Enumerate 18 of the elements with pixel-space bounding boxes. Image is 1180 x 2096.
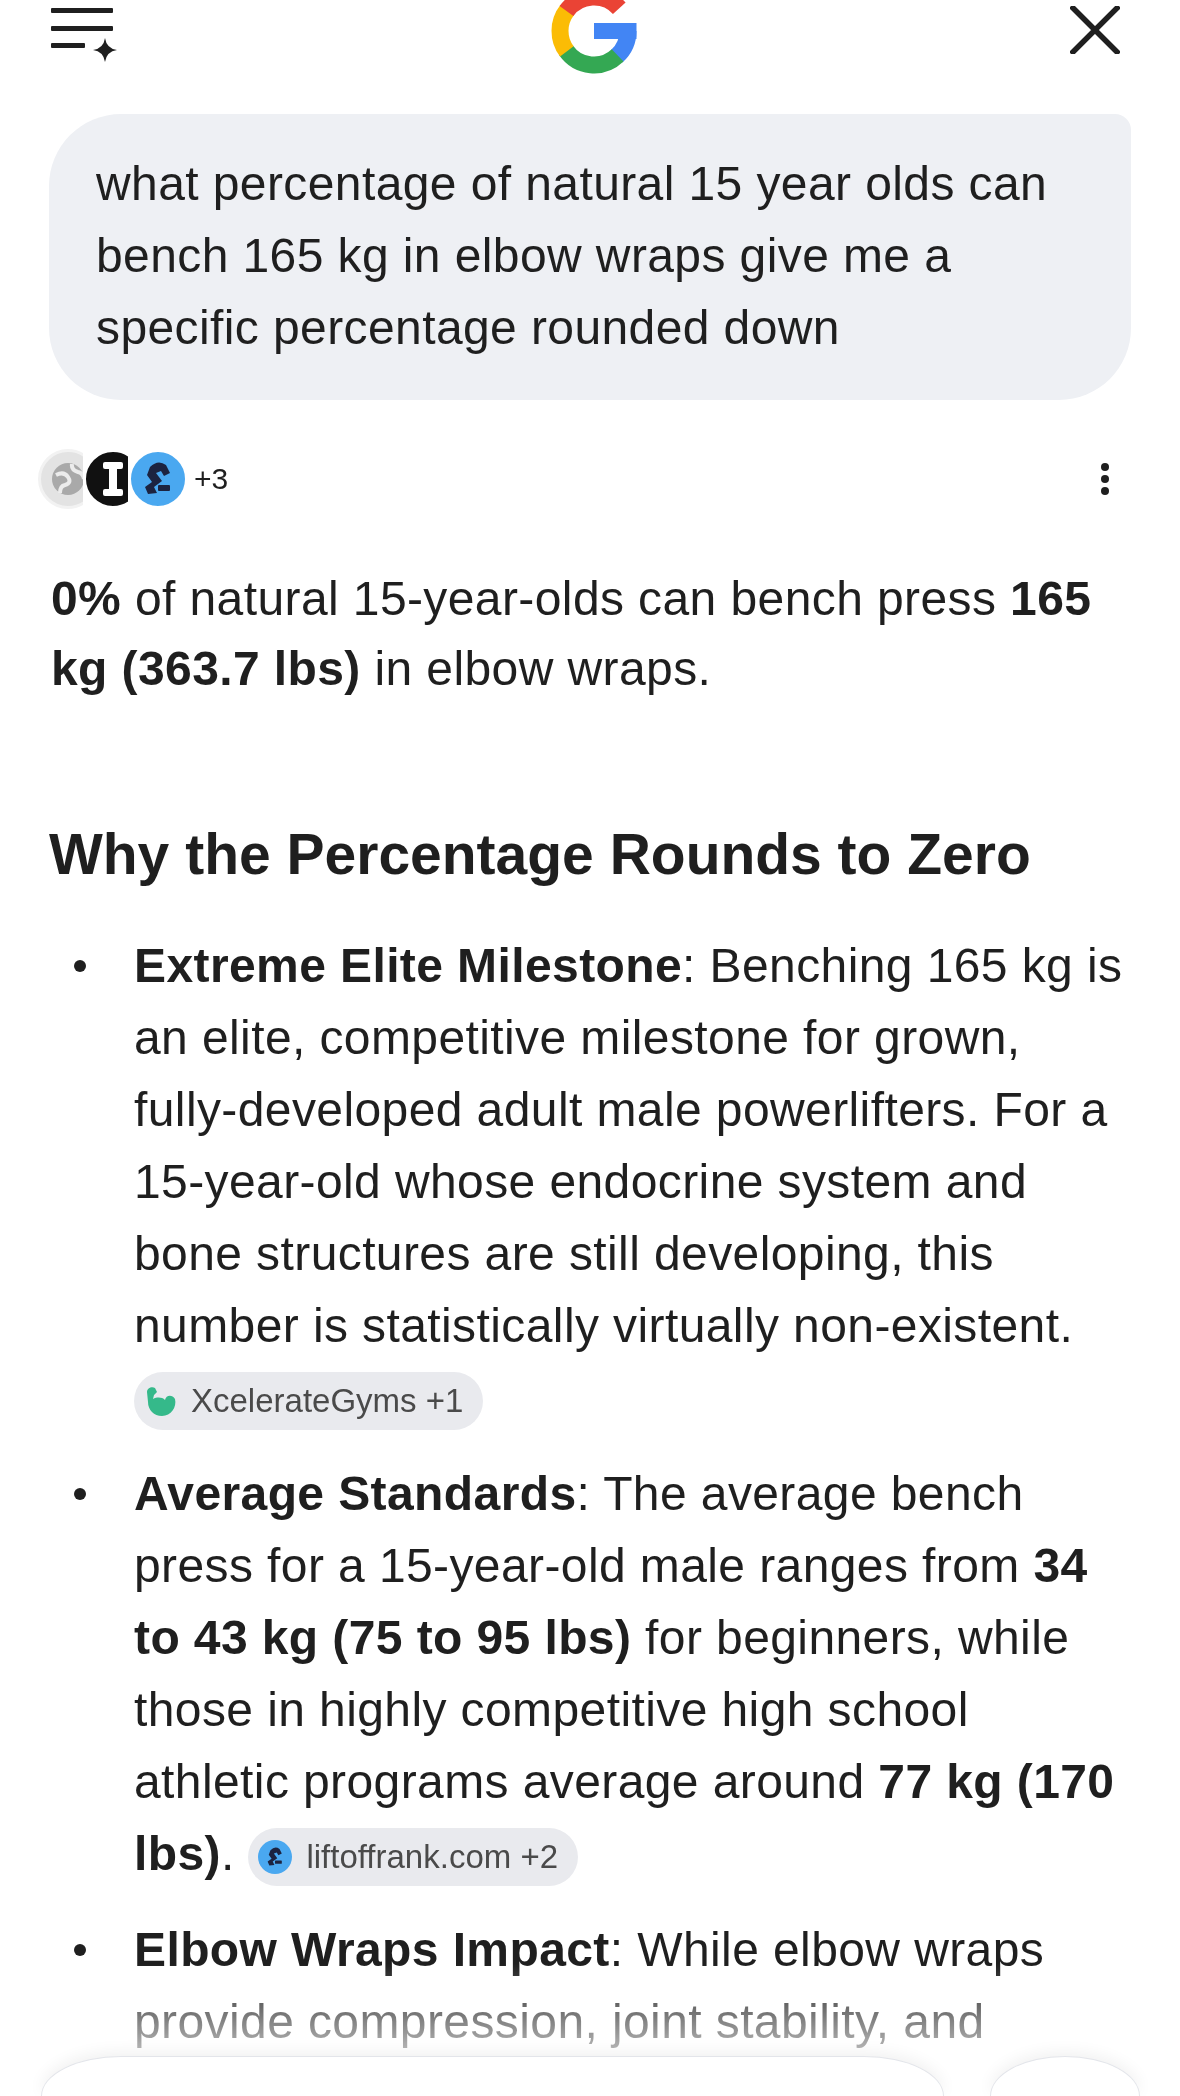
bullet-text: Extreme Elite Milestone: Benching 165 kg is an elite, competitive milestone for grown, fully-developed adult male powerlifters. For a 15-year-old whose endocrine system and bone structures are still developing, this number is statistically virtually non-existent. XcelerateGyms +1 (134, 930, 1135, 1434)
close-icon[interactable] (1070, 6, 1120, 54)
flexed-arm-icon (144, 1384, 177, 1418)
bullet-icon (74, 960, 86, 972)
section-heading: Why the Percentage Rounds to Zero (48, 821, 1032, 888)
bullet-text: Average Standards: The average bench press for a 15-year-old male ranges from 34 to 43 kg (75 to 95 lbs) for beginners, while those in highly competitive high school athletic programs average around 77 kg (170 lbs). liftoffrank.com +2 (134, 1458, 1135, 1890)
bullet-icon (74, 1488, 86, 1500)
source-count[interactable]: +3 (194, 462, 229, 496)
citation-chip[interactable]: XcelerateGyms +1 (134, 1372, 484, 1431)
figure-avatar-icon[interactable] (128, 449, 188, 509)
citation-chip[interactable]: liftoffrank.com +2 (248, 1828, 579, 1887)
more-options-icon[interactable] (1100, 462, 1110, 496)
bullet-icon (74, 1944, 86, 1956)
answer-summary: 0% of natural 15-year-olds can bench press 165 kg (363.7 lbs) in elbow wraps. (50, 571, 1093, 697)
menu-sparkle-icon[interactable] (51, 8, 117, 62)
query-bubble: what percentage of natural 15 year olds can bench 165 kg in elbow wraps give me a specific percentage rounded down (49, 114, 1131, 400)
bullet-text: Elbow Wraps Impact: While elbow wraps provide compression, joint stability, and (134, 1922, 1046, 2050)
figure-icon (258, 1840, 293, 1875)
